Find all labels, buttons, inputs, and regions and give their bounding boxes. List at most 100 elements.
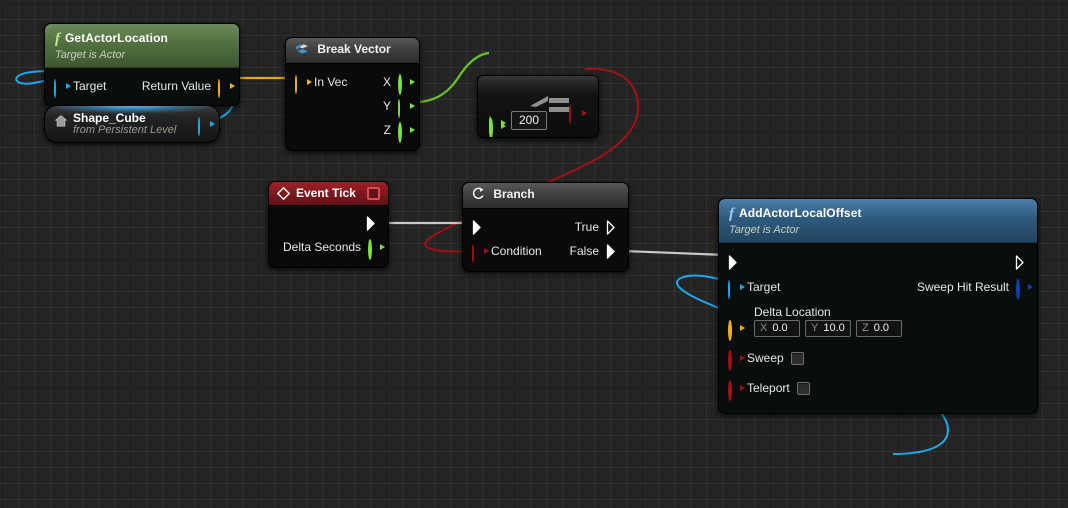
pin-sweep-hit-result[interactable]: [1009, 279, 1037, 300]
node-body: Delta Seconds: [269, 206, 388, 267]
node-add-actor-local-offset[interactable]: f AddActorLocalOffset Target is Actor Tar…: [718, 198, 1038, 414]
pin-row: Sweep: [719, 345, 1037, 371]
pin-label-x: X: [382, 75, 391, 89]
pin-target[interactable]: [45, 79, 73, 98]
pin-label-target: Target: [73, 79, 107, 93]
node-title: Break Vector: [317, 42, 391, 56]
pin-target[interactable]: [719, 280, 747, 299]
actor-house-icon: [54, 114, 68, 133]
axis-value-x: 0.0: [772, 322, 788, 334]
node-branch[interactable]: Branch True Condition False: [462, 182, 629, 272]
node-title: Shape_Cube: [73, 111, 146, 125]
pin-delta-seconds[interactable]: [361, 239, 388, 260]
delta-location-y-field[interactable]: Y 10.0: [805, 320, 851, 337]
pin-label-y: Y: [382, 99, 391, 113]
pin-exec-false[interactable]: [599, 243, 628, 259]
node-title: Event Tick: [296, 186, 356, 200]
pin-shape-cube-out[interactable]: [198, 116, 215, 136]
node-compare-less-equal[interactable]: 200: [477, 75, 599, 138]
pin-row: In Vec X: [286, 70, 419, 95]
node-get-actor-location[interactable]: f GetActorLocation Target is Actor Target…: [44, 23, 240, 106]
pin-exec-true[interactable]: [599, 219, 628, 235]
axis-value-y: 10.0: [823, 322, 845, 334]
node-body: Target Return Value: [45, 68, 239, 105]
pin-label-true: True: [574, 220, 599, 234]
pin-delta-location[interactable]: [728, 320, 745, 341]
pin-in-vec[interactable]: [286, 75, 314, 94]
pin-row: Condition False: [463, 239, 628, 263]
pin-row: [269, 211, 388, 235]
label-delta-location: Delta Location: [754, 305, 831, 319]
pin-exec-out[interactable]: [1008, 254, 1037, 270]
node-event-tick[interactable]: Event Tick Delta Seconds: [268, 181, 389, 268]
axis-value-z: 0.0: [873, 322, 890, 334]
pin-label-in-vec: In Vec: [314, 75, 348, 89]
exec-arrow-icon: [606, 243, 619, 259]
pin-row: Z: [286, 118, 419, 143]
exec-arrow-icon: [1015, 254, 1028, 270]
pin-exec-in[interactable]: [463, 219, 492, 235]
exec-arrow-icon: [728, 254, 741, 270]
exec-arrow-icon: [366, 215, 379, 231]
pin-label-teleport: Teleport: [747, 381, 790, 395]
wire-branch-false-to-addoffset: [623, 249, 727, 257]
pin-row: True: [463, 215, 628, 239]
compare-operand-input[interactable]: 200: [511, 111, 548, 130]
function-icon: f: [729, 206, 734, 222]
pin-sweep[interactable]: [719, 350, 747, 371]
sweep-checkbox[interactable]: [790, 351, 804, 365]
teleport-checkbox[interactable]: [796, 381, 810, 395]
node-body: True Condition False: [463, 209, 628, 271]
pin-row: [719, 249, 1037, 275]
break-struct-icon: [295, 43, 309, 58]
pin-compare-output[interactable]: [569, 105, 587, 124]
pin-label-sweep-hit-result: Sweep Hit Result: [916, 280, 1009, 294]
node-title: GetActorLocation: [65, 31, 168, 45]
pin-z[interactable]: [391, 122, 419, 143]
pin-condition[interactable]: [463, 244, 491, 263]
node-title: Branch: [493, 187, 535, 201]
pin-label-return-value: Return Value: [141, 79, 211, 93]
pin-label-delta-seconds: Delta Seconds: [283, 240, 362, 254]
pin-label-condition: Condition: [491, 244, 542, 258]
pin-exec-out[interactable]: [359, 215, 388, 231]
branch-icon: [472, 187, 485, 203]
node-body: Target Sweep Hit Result Delta Location X…: [719, 243, 1037, 413]
axis-label-y: Y: [811, 322, 819, 334]
pin-exec-in[interactable]: [719, 254, 748, 270]
node-header: Branch: [463, 183, 628, 209]
delta-location-x-field[interactable]: X 0.0: [754, 320, 800, 337]
node-subtitle: from Persistent Level: [73, 124, 177, 136]
pin-label-sweep: Sweep: [747, 351, 784, 365]
function-icon: f: [55, 31, 60, 47]
node-header: Break Vector: [286, 38, 419, 64]
pin-label-target: Target: [747, 280, 781, 294]
pin-row: Y: [286, 94, 419, 118]
node-break-vector[interactable]: Break Vector In Vec X Y Z: [285, 37, 420, 151]
pin-row: Delta Seconds: [269, 235, 388, 260]
pin-label-false: False: [569, 244, 599, 258]
delta-location-z-field[interactable]: Z 0.0: [856, 320, 902, 337]
node-header: f GetActorLocation Target is Actor: [45, 24, 239, 68]
pin-label-z: Z: [383, 123, 391, 137]
exec-arrow-icon: [606, 219, 619, 235]
node-subtitle: Target is Actor: [729, 224, 800, 236]
node-body: In Vec X Y Z: [286, 64, 419, 150]
axis-label-x: X: [760, 322, 768, 334]
breakpoint-square-icon[interactable]: [367, 186, 380, 200]
pin-row: Teleport: [719, 375, 1037, 401]
pin-x[interactable]: [391, 74, 419, 95]
pin-return-value[interactable]: [211, 79, 239, 98]
pin-row: Target Return Value: [45, 74, 239, 98]
pin-row: Target Sweep Hit Result: [719, 275, 1037, 300]
pin-teleport[interactable]: [719, 380, 747, 401]
delta-location-fields: X 0.0 Y 10.0 Z 0.0: [719, 320, 1037, 337]
node-title: AddActorLocalOffset: [739, 206, 862, 220]
pin-y[interactable]: [391, 99, 419, 118]
exec-arrow-icon: [472, 219, 485, 235]
node-shape-cube-top[interactable]: Shape_Cube from Persistent Level: [44, 105, 220, 143]
axis-label-z: Z: [862, 322, 869, 334]
node-header: Event Tick: [269, 182, 388, 206]
pin-compare-input-b[interactable]: [489, 118, 506, 137]
node-header: f AddActorLocalOffset Target is Actor: [719, 199, 1037, 243]
